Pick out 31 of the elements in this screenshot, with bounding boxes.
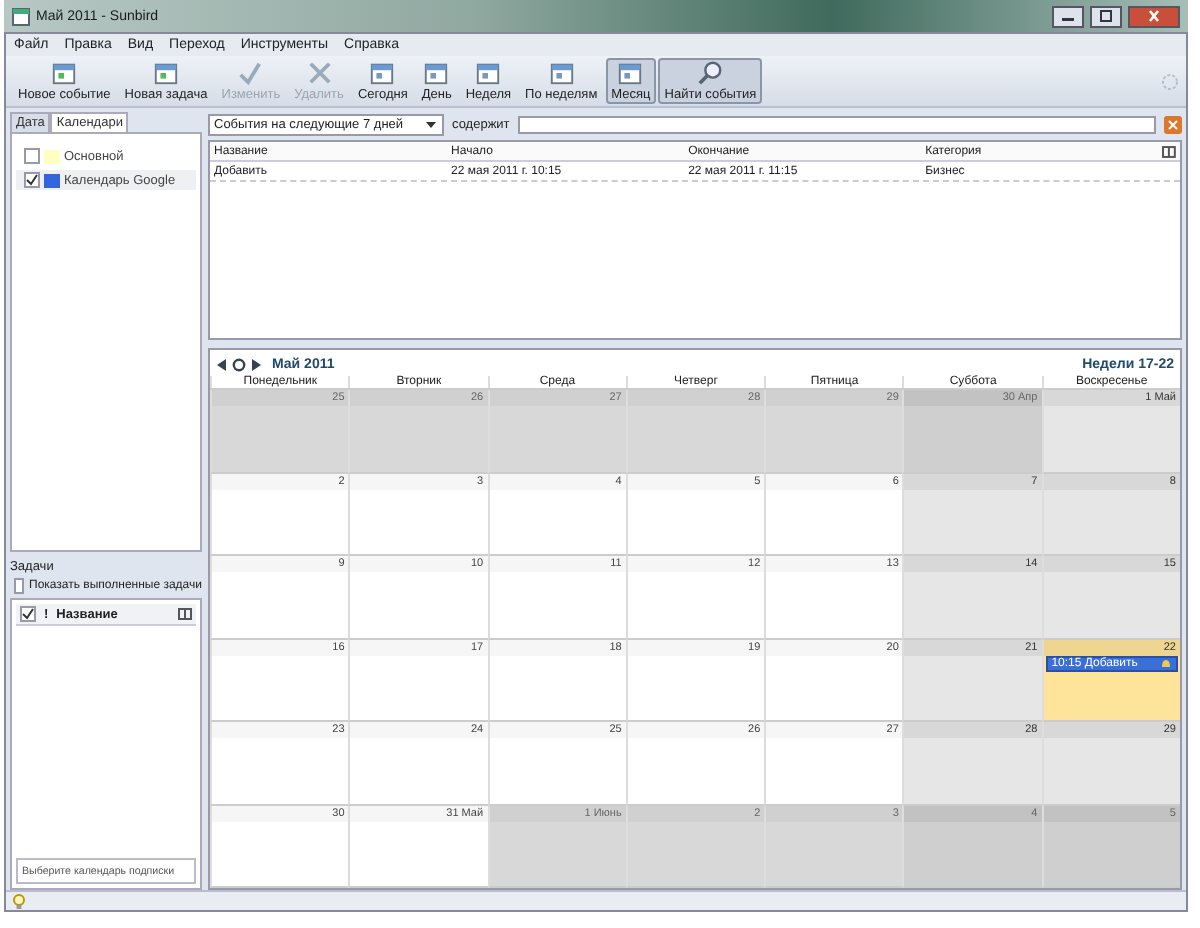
checkbox[interactable]	[24, 148, 40, 164]
clear-icon[interactable]	[1164, 115, 1182, 133]
calendar-icon	[368, 60, 397, 86]
delete-icon	[305, 60, 334, 86]
bell-icon	[1159, 657, 1172, 669]
column-picker-icon[interactable]	[1162, 145, 1177, 157]
maximize-button[interactable]	[1090, 5, 1122, 27]
search-icon	[696, 60, 725, 86]
lightbulb-icon	[12, 893, 26, 909]
calendar-icon	[152, 60, 181, 86]
checkbox[interactable]	[20, 606, 36, 622]
checkbox[interactable]	[14, 578, 23, 594]
today-icon[interactable]	[232, 358, 246, 372]
maximize-icon	[1098, 10, 1114, 22]
next-icon[interactable]	[250, 358, 262, 372]
calendar-icon	[616, 60, 645, 86]
close-button[interactable]	[1128, 5, 1180, 27]
caret-icon	[424, 117, 438, 131]
close-icon	[1146, 10, 1162, 22]
previous-icon[interactable]	[216, 358, 228, 372]
app-icon	[12, 7, 30, 25]
filter-field[interactable]	[517, 115, 1156, 133]
calendar-icon	[422, 60, 451, 86]
checkbox[interactable]	[24, 172, 40, 188]
calendar-icon	[474, 60, 503, 86]
check-icon	[236, 60, 265, 86]
column-picker-icon[interactable]	[178, 608, 192, 620]
minimize-button[interactable]	[1052, 5, 1084, 27]
calendar-icon	[50, 60, 79, 86]
throbber-icon	[1160, 71, 1180, 91]
calendar-icon	[547, 60, 576, 86]
